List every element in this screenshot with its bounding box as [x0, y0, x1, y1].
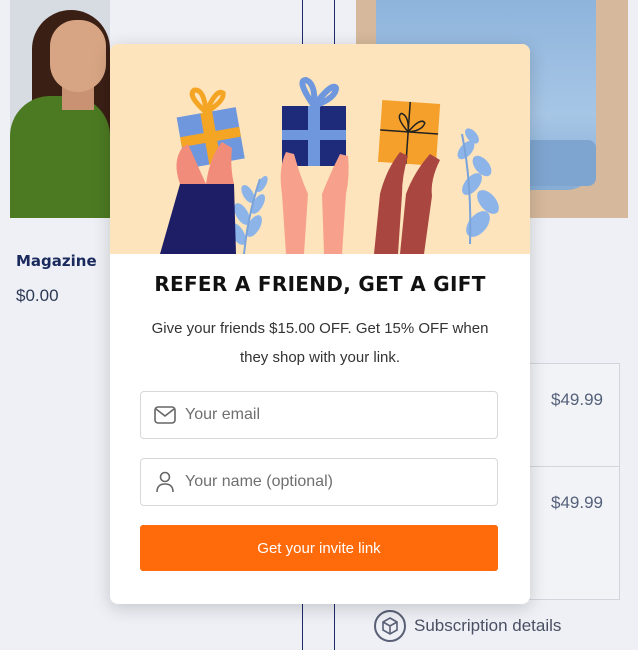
name-field-wrapper[interactable]: [140, 458, 498, 506]
referral-popup: REFER A FRIEND, GET A GIFT Give your fri…: [110, 44, 530, 604]
popup-description: Give your friends $15.00 OFF. Get 15% OF…: [151, 320, 489, 366]
subscription-details-link[interactable]: Subscription details: [374, 610, 561, 642]
image-shirt-shape: [10, 96, 110, 218]
email-input[interactable]: [185, 395, 485, 435]
subscription-box-icon: [374, 610, 406, 642]
envelope-icon: [153, 403, 177, 427]
user-icon: [153, 470, 177, 494]
price-value: $49.99: [551, 493, 603, 512]
image-face-shape: [50, 20, 106, 92]
name-input[interactable]: [185, 462, 485, 502]
get-invite-link-button[interactable]: Get your invite link: [140, 525, 498, 571]
price-value: $49.99: [551, 390, 603, 409]
gift-banner-illustration: [110, 44, 530, 254]
email-field-wrapper[interactable]: [140, 391, 498, 439]
product-image-woman[interactable]: [10, 0, 110, 218]
popup-title: REFER A FRIEND, GET A GIFT: [154, 272, 486, 296]
subscription-details-label: Subscription details: [414, 616, 562, 635]
product-name[interactable]: Magazine: [16, 252, 97, 270]
product-price: $0.00: [16, 286, 59, 305]
